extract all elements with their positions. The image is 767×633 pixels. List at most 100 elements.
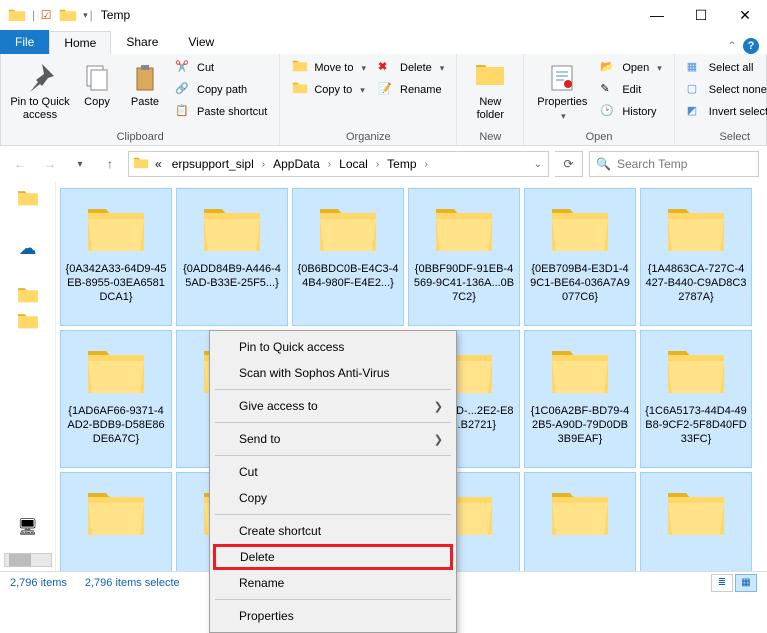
folder-icon[interactable] (17, 313, 39, 329)
nav-pane[interactable]: ☁ 🖥 ▭ (0, 182, 56, 572)
copy-to-button[interactable]: Copy to▾ (288, 80, 370, 100)
refresh-button[interactable]: ⟳ (555, 151, 583, 177)
scrollbar[interactable] (4, 553, 52, 567)
search-input[interactable]: 🔍 Search Temp (589, 151, 759, 177)
ctx-properties[interactable]: Properties (213, 603, 453, 629)
help-icon[interactable]: ? (743, 38, 759, 54)
address-dropdown-icon[interactable]: ⌄ (532, 159, 544, 170)
folder-icon (8, 6, 26, 24)
invert-icon: ◩ (687, 104, 703, 120)
nav-recent-dropdown[interactable]: ▾ (68, 152, 92, 176)
tab-home[interactable]: Home (49, 31, 111, 54)
select-none-button[interactable]: ▢Select none (683, 80, 767, 100)
folder-icon[interactable] (17, 287, 39, 303)
this-pc-icon[interactable]: 🖥 (17, 517, 37, 537)
paste-shortcut-button[interactable]: 📋Paste shortcut (171, 102, 271, 122)
chevron-right-icon[interactable]: › (326, 159, 333, 170)
breadcrumb-part[interactable]: erpsupport_sipl (168, 155, 258, 173)
group-label-clipboard: Clipboard (9, 129, 271, 143)
folder-item[interactable]: {1AD6AF66-9371-4AD2-BDB9-D58E86DE6A7C} (60, 330, 172, 468)
copy-button[interactable]: Copy (75, 58, 119, 109)
ctx-separator (215, 422, 451, 423)
chevron-right-icon[interactable]: › (260, 159, 267, 170)
folder-item[interactable]: {1C6A5173-44D4-49B8-9CF2-5F8D40FD33FC} (640, 330, 752, 468)
folder-item[interactable]: {1C06A2BF-BD79-42B5-A90D-79D0DB3B9EAF} (524, 330, 636, 468)
folder-item[interactable]: {0EB709B4-E3D1-49C1-BE64-036A7A9077C6} (524, 188, 636, 326)
cut-button[interactable]: ✂️Cut (171, 58, 271, 78)
ctx-create-shortcut[interactable]: Create shortcut (213, 518, 453, 544)
folder-item[interactable]: {0BBF90DF-91EB-4569-9C41-136A...0B7C2} (408, 188, 520, 326)
pin-quick-access-button[interactable]: Pin to Quick access (9, 58, 71, 122)
folder-item[interactable]: {0ADD84B9-A446-45AD-B33E-25F5...} (176, 188, 288, 326)
view-icons-button[interactable]: ▦ (735, 574, 757, 592)
breadcrumb-part[interactable]: Local (335, 155, 372, 173)
folder-icon[interactable] (17, 190, 39, 206)
collapse-ribbon-icon[interactable]: ⌃ (727, 39, 737, 53)
new-folder-label: New folder (477, 96, 505, 122)
ctx-copy[interactable]: Copy (213, 485, 453, 511)
copy-path-button[interactable]: 🔗Copy path (171, 80, 271, 100)
folder-icon (546, 201, 614, 257)
select-all-button[interactable]: ▦Select all (683, 58, 767, 78)
maximize-button[interactable]: ☐ (679, 0, 723, 30)
nav-up-button[interactable]: ↑ (98, 152, 122, 176)
folder-item[interactable] (60, 472, 172, 572)
navbar: ← → ▾ ↑ « erpsupport_sipl› AppData› Loca… (0, 146, 767, 182)
rename-icon: 📝 (378, 82, 394, 98)
folder-icon (662, 485, 730, 541)
nav-back-button[interactable]: ← (8, 152, 32, 176)
ctx-separator (215, 389, 451, 390)
onedrive-icon[interactable]: ☁ (19, 238, 37, 259)
folder-item[interactable]: {0A342A33-64D9-45EB-8955-03EA6581DCA1} (60, 188, 172, 326)
shortcut-icon: 📋 (175, 104, 191, 120)
search-placeholder: Search Temp (617, 157, 687, 171)
folder-copy-icon (292, 82, 308, 98)
properties-button[interactable]: Properties▾ (532, 58, 592, 122)
tab-file[interactable]: File (0, 30, 49, 54)
address-bar[interactable]: « erpsupport_sipl› AppData› Local› Temp›… (128, 151, 549, 177)
folder-item[interactable]: {0B6BDC0B-E4C3-44B4-980F-E4E2...} (292, 188, 404, 326)
paste-button[interactable]: Paste (123, 58, 167, 109)
tab-share[interactable]: Share (111, 30, 173, 54)
folder-name: {1A4863CA-727C-4427-B440-C9AD8C32787A} (643, 263, 749, 304)
tab-view[interactable]: View (173, 30, 229, 54)
view-details-button[interactable]: ≣ (711, 574, 733, 592)
qat-dropdown-icon[interactable]: ▾ (83, 10, 88, 21)
breadcrumb-part[interactable]: Temp (383, 155, 420, 173)
group-label-open: Open (532, 129, 665, 143)
ctx-cut[interactable]: Cut (213, 459, 453, 485)
copy-label: Copy (84, 96, 110, 109)
delete-button[interactable]: ✖Delete▾ (374, 58, 448, 78)
close-button[interactable]: ✕ (723, 0, 767, 30)
group-label-organize: Organize (288, 129, 448, 143)
ctx-delete[interactable]: Delete (213, 544, 453, 570)
new-folder-button[interactable]: New folder (465, 58, 515, 122)
chevron-right-icon[interactable]: › (423, 159, 430, 170)
ctx-scan-antivirus[interactable]: Scan with Sophos Anti-Virus (213, 360, 453, 386)
titlebar: | ☑ ▾ | Temp — ☐ ✕ (0, 0, 767, 30)
open-icon: 📂 (600, 60, 616, 76)
status-selected-count: 2,796 items selecte (85, 577, 180, 589)
pin-icon (24, 62, 56, 94)
ribbon-tabs: File Home Share View ⌃ ? (0, 30, 767, 54)
ctx-pin-quick-access[interactable]: Pin to Quick access (213, 334, 453, 360)
folder-item[interactable] (524, 472, 636, 572)
folder-name: {0A342A33-64D9-45EB-8955-03EA6581DCA1} (63, 263, 169, 304)
edit-button[interactable]: ✎Edit (596, 80, 665, 100)
checkbox-icon[interactable]: ☑ (37, 6, 55, 24)
breadcrumb-part[interactable]: AppData (269, 155, 324, 173)
open-button[interactable]: 📂Open▾ (596, 58, 665, 78)
minimize-button[interactable]: — (635, 0, 679, 30)
history-button[interactable]: 🕑History (596, 102, 665, 122)
folder-item[interactable]: {1A4863CA-727C-4427-B440-C9AD8C32787A} (640, 188, 752, 326)
nav-forward-button[interactable]: → (38, 152, 62, 176)
ctx-send-to[interactable]: Send to❯ (213, 426, 453, 452)
folder-icon (59, 6, 77, 24)
move-to-button[interactable]: Move to▾ (288, 58, 370, 78)
folder-item[interactable] (640, 472, 752, 572)
rename-button[interactable]: 📝Rename (374, 80, 448, 100)
ctx-rename[interactable]: Rename (213, 570, 453, 596)
ctx-give-access[interactable]: Give access to❯ (213, 393, 453, 419)
invert-selection-button[interactable]: ◩Invert selection (683, 102, 767, 122)
chevron-right-icon[interactable]: › (374, 159, 381, 170)
